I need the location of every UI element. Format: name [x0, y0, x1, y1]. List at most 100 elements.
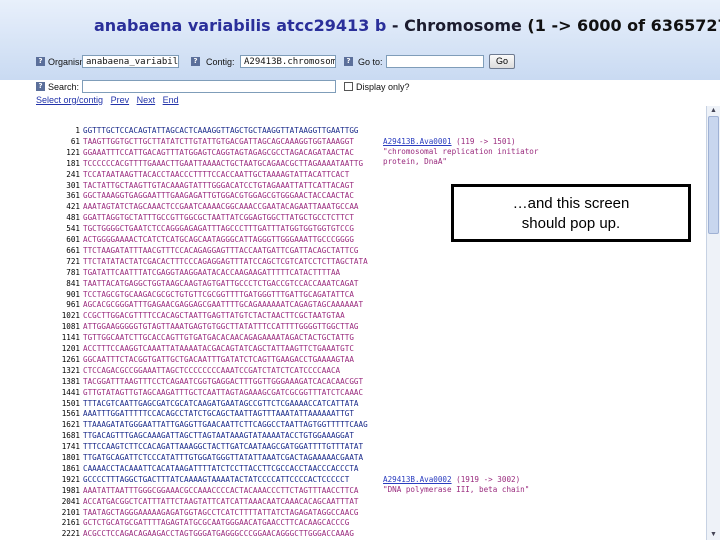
sequence-row: 2161 GCTCTGCATGCGATTTTAGAGTATGCGCAATGGGAA…	[36, 518, 350, 528]
row-number: 181	[66, 158, 80, 168]
row-number: 781	[66, 267, 80, 277]
contig-field[interactable]: A29413B.chromosome	[240, 55, 336, 68]
row-sequence: GGTTTGCTCCACAGTATTAGCACTCAAAGGTTAGCTGCTA…	[83, 126, 359, 135]
row-number: 721	[66, 256, 80, 266]
sequence-row: 61 TAAGTTGGTGCTTGCTTATATCTTGTATTGTGACGATT…	[36, 137, 354, 147]
nav-links: Select org/contig Prev Next End	[36, 95, 184, 105]
row-sequence: GGCTAAAGGTGAGGAATTTGAAGAGATTGTGGACGTGGAG…	[83, 191, 354, 201]
row-sequence: GCTCTGCATGCGATTTTAGAGTATGCGCAATGGGAACATG…	[83, 518, 350, 528]
sequence-row: 781 TGATATTCAATTTATCGAGGTAAGGAATACACCAAGA…	[36, 268, 340, 278]
sequence-row: 1561 AAATTTGGATTTTTCCACAGCCTATCTGCAGCTAAT…	[36, 409, 354, 419]
help-icon[interactable]: ?	[36, 57, 45, 66]
popup-line1: …and this screen	[512, 195, 630, 212]
row-sequence: TTGACAGTTTGAGCAAAGATTAGCTTAGTAATAAAGTATA…	[83, 431, 354, 441]
sequence-row: 1681 TTGACAGTTTGAGCAAAGATTAGCTTAGTAATAAAG…	[36, 431, 354, 441]
scroll-thumb[interactable]	[708, 116, 719, 234]
gene-annotation: A29413B.Ava0001 (119 -> 1501) "chromosoma…	[383, 137, 538, 167]
row-number: 541	[66, 224, 80, 234]
row-number: 1501	[61, 398, 80, 408]
gene-link[interactable]: A29413B.Ava0001	[383, 137, 452, 146]
row-number: 1681	[61, 431, 80, 441]
row-sequence: ATTGGAAGGGGGTGTAGTTAAATGAGTGTGGCTTATATTT…	[83, 322, 359, 332]
go-button[interactable]: Go	[489, 54, 515, 69]
row-number: 301	[66, 180, 80, 190]
help-icon[interactable]: ?	[191, 57, 200, 66]
end-link[interactable]: End	[163, 95, 179, 105]
sequence-row: 1441 GTTGTATAGTTGTAGCAAGATTTGCTCAATTAGTAG…	[36, 388, 363, 398]
sequence-row: 1021 CCGCTTGGACGTTTTCCACAGCTAATTGAGTTATGT…	[36, 311, 345, 321]
row-sequence: ACGCCTCCAGACAGAAGACCTAGTGGGATGAGGGCCCGGA…	[83, 529, 354, 539]
row-sequence: GCCCCTTTAGGCTGACTTTATCAAAAGTAAAATACTATCC…	[83, 474, 350, 484]
display-only-label: Display only?	[356, 82, 410, 92]
sequence-row: 1801 TTGATGCAGATTCTCCCATATTTGTGGATGGGTTAT…	[36, 453, 363, 463]
sequence-row: 721 TTCTATATACTATCGACACTTTCCCAGAGGAGTTTAT…	[36, 257, 368, 267]
row-number: 2101	[61, 507, 80, 517]
row-number: 1861	[61, 463, 80, 473]
sequence-row: 1 GGTTTGCTCCACAGTATTAGCACTCAAAGGTTAGCTGCT…	[36, 126, 359, 136]
row-number: 1561	[61, 409, 80, 419]
row-number: 2161	[61, 518, 80, 528]
sequence-row: 1201 ACCTTTCCAAGGTCAAATTATAAAATACGACAGTAT…	[36, 344, 354, 354]
help-icon[interactable]: ?	[344, 57, 353, 66]
title-separator: - Chromosome	[386, 16, 528, 35]
scroll-down-icon[interactable]: ▼	[708, 530, 719, 540]
sequence-row: 901 TCCTAGCGTGCAAGACGCGCTGTGTTCGCGGTTTTGA…	[36, 290, 354, 300]
sequence-row: 1861 CAAAACCTACAAATTCACATAAGATTTTATCTCCTT…	[36, 464, 359, 474]
contig-label: Contig:	[206, 57, 235, 67]
scroll-up-icon[interactable]: ▲	[708, 106, 719, 116]
popup-line2: should pop up.	[521, 215, 621, 232]
goto-label: Go to:	[358, 57, 383, 67]
row-sequence: TGATATTCAATTTATCGAGGTAAGGAATACACCAAGAAGA…	[83, 267, 341, 277]
row-sequence: TAAGTTGGTGCTTGCTTATATCTTGTATTGTGACGATTAG…	[83, 136, 354, 146]
gene-description: "DNA polymerase III, beta chain"	[383, 484, 530, 494]
row-sequence: ACCTTTCCAAGGTCAAATTATAAAATACGACAGTATCAGC…	[83, 344, 354, 353]
row-sequence: TCCATAATAAGTTACACCTAACCCTTTTCCACCAATTGCT…	[83, 169, 350, 179]
prev-link[interactable]: Prev	[111, 95, 130, 105]
row-number: 661	[66, 245, 80, 255]
sequence-row: 1381 TACGGATTTAAGTTTCCTCAGAATCGGTGAGGACTT…	[36, 377, 363, 387]
select-org-link[interactable]: Select org/contig	[36, 95, 103, 105]
help-icon[interactable]: ?	[36, 82, 45, 91]
row-sequence: TTCTATATACTATCGACACTTTCCCAGAGGAGTTTATCCA…	[83, 256, 368, 266]
goto-field[interactable]	[386, 55, 484, 68]
row-number: 1081	[61, 322, 80, 332]
row-number: 1921	[61, 474, 80, 484]
sequence-row: 181 TCCCCCCACGTTTTGAAACTTGAATTAAAACTGCTAA…	[36, 159, 363, 169]
sequence-row: 121 GGAAATTTCCATTGACAGTTTATGGAGTCAGGTAGTA…	[36, 148, 354, 158]
search-input[interactable]	[82, 80, 336, 93]
row-number: 481	[66, 213, 80, 223]
sequence-row: 1261 GGCAATTTCTACGGTGATTGCTGACAATTTGATATC…	[36, 355, 354, 365]
row-sequence: AAATTTGGATTTTTCCACAGCCTATCTGCAGCTAATTAGT…	[83, 409, 354, 419]
row-sequence: TACTATTGCTAAGTTGTACAAAGTATTTGGGACATCCTGT…	[83, 180, 354, 190]
row-sequence: GGCAATTTCTACGGTGATTGCTGACAATTTGATATCTCAG…	[83, 354, 354, 364]
popup-callout: …and this screen should pop up.	[451, 184, 691, 242]
vertical-scrollbar[interactable]: ▲ ▼	[706, 106, 720, 540]
sequence-row: 961 AGCACGCGGGATTTGAGAACGAGGAGCGAATTTTGCA…	[36, 300, 363, 310]
search-label: Search:	[48, 82, 80, 92]
page-title: anabaena variabilis atcc29413 b - Chromo…	[94, 16, 720, 35]
display-only-checkbox[interactable]	[344, 82, 353, 91]
row-number: 961	[66, 300, 80, 310]
row-number: 1	[75, 126, 80, 135]
gene-annotation: A29413B.Ava0002 (1919 -> 3002) "DNA polym…	[383, 475, 529, 495]
sequence-row: 241 TCCATAATAAGTTACACCTAACCCTTTTCCACCAATT…	[36, 170, 349, 180]
row-number: 241	[66, 169, 80, 179]
organism-field[interactable]: anabaena_variabilis_at	[82, 55, 179, 68]
row-sequence: TTAAAGATATGGGAATTATTGAGGTTGAACAATTCTTCAG…	[83, 420, 368, 430]
row-sequence: AAATAGTATCTAGCAAACTCCGAATCAAAACGGCAAACCG…	[83, 202, 359, 212]
gene-description: "chromosomal replication initiator	[383, 146, 539, 156]
gene-link[interactable]: A29413B.Ava0002	[383, 475, 452, 484]
next-link[interactable]: Next	[137, 95, 156, 105]
sequence-row: 1141 TGTTGGCAATCTTGCACCAGTTGTGATGACACAACA…	[36, 333, 354, 343]
sequence-row: 1081 ATTGGAAGGGGGTGTAGTTAAATGAGTGTGGCTTAT…	[36, 322, 359, 332]
sequence-row: 2221 ACGCCTCCAGACAGAAGACCTAGTGGGATGAGGGCC…	[36, 529, 354, 539]
row-number: 601	[66, 235, 80, 244]
row-number: 2041	[61, 496, 80, 506]
row-sequence: TGCTGGGGCTGAATCTCCAGGGAGAGATTTAGCCCTTTGA…	[83, 224, 354, 234]
row-sequence: GTTGTATAGTTGTAGCAAGATTTGCTCAATTAGTAGAAAG…	[83, 387, 364, 397]
row-number: 2221	[61, 529, 80, 539]
row-number: 361	[66, 191, 80, 201]
row-sequence: GGATTAGGTGCTATTTGCCGTTGGCGCTAATTATCGGAGT…	[83, 213, 354, 223]
row-sequence: TAATAGCTAGGGAAAAAGAGATGGTAGCCTCATCTTTTAT…	[83, 507, 359, 517]
row-sequence: TTCTAAGATATTTAACGTTTCCACAGAGGAGTTTACCAAT…	[83, 245, 359, 255]
